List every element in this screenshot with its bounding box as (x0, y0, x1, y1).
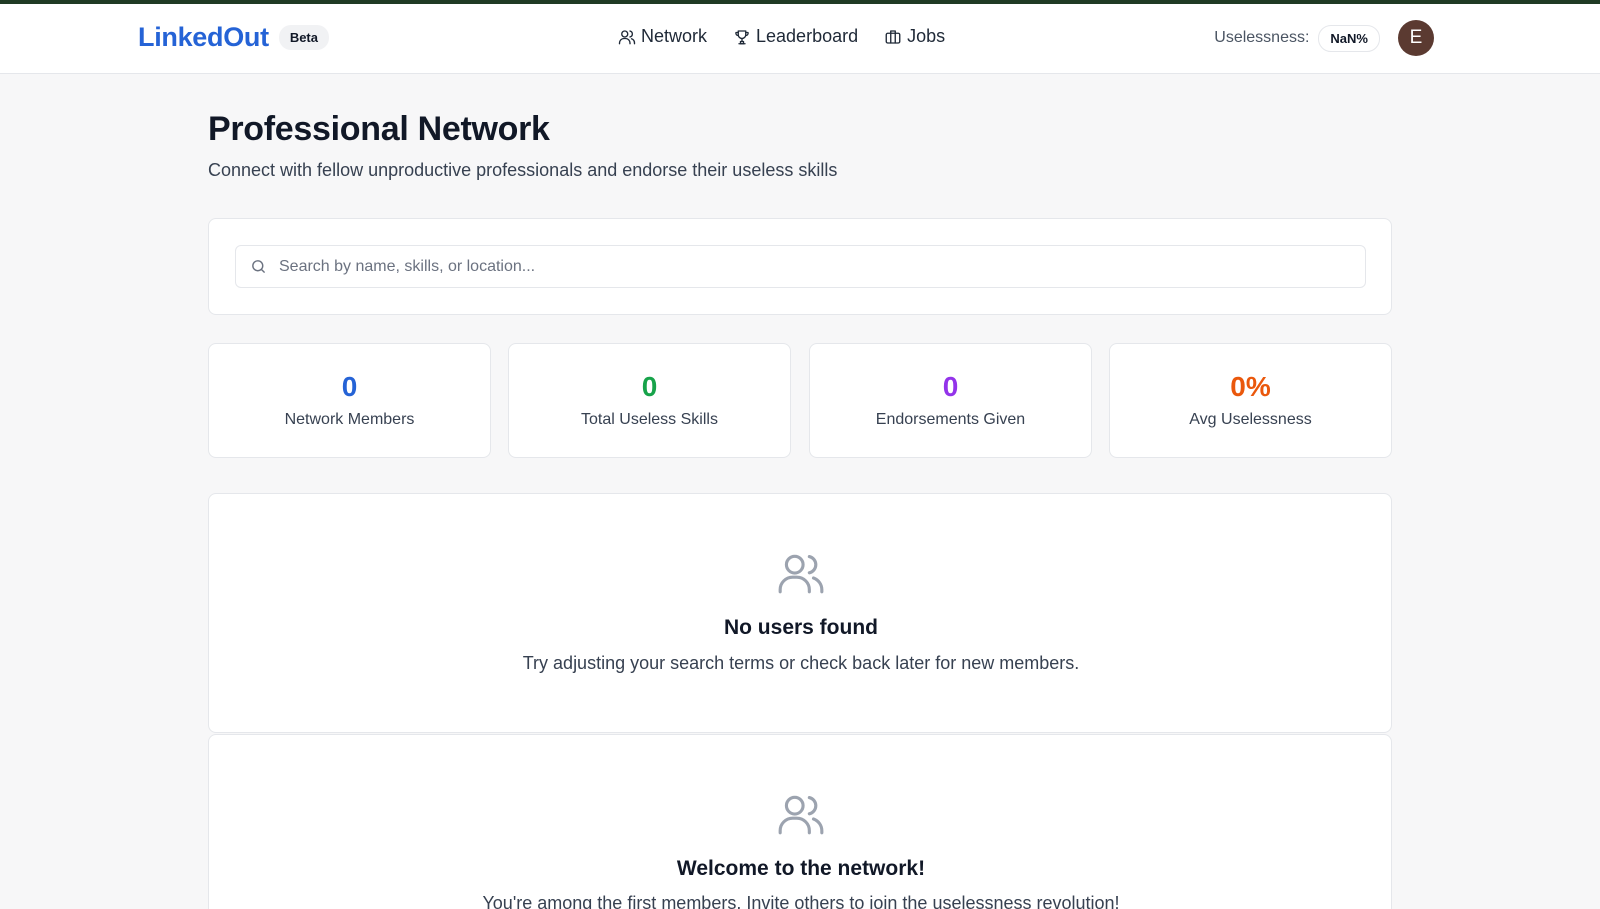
stat-value: 0% (1230, 371, 1271, 402)
brand: LinkedOut Beta (138, 22, 329, 53)
search-icon (252, 260, 265, 273)
stat-card-avg-uselessness: 0% Avg Uselessness (1109, 343, 1392, 458)
search-box[interactable] (235, 245, 1366, 288)
stats-row: 0 Network Members 0 Total Useless Skills… (208, 343, 1392, 458)
stat-label: Total Useless Skills (581, 411, 718, 428)
stat-value: 0 (341, 371, 358, 402)
uselessness-label: Uselessness: (1214, 29, 1310, 46)
empty-state-text: Try adjusting your search terms or check… (522, 653, 1080, 673)
page-subtitle: Connect with fellow unproductive profess… (208, 160, 838, 180)
header-right: Uselessness: NaN% E (1214, 20, 1434, 56)
nav-jobs-label: Jobs (907, 26, 946, 46)
empty-icon-wrap (776, 548, 826, 603)
nav-jobs[interactable]: Jobs (884, 26, 945, 47)
nav-network[interactable]: Network (618, 26, 707, 47)
briefcase-icon (885, 29, 901, 44)
stat-label: Endorsements Given (875, 411, 1026, 428)
stat-value: 0 (942, 371, 959, 402)
users-icon (778, 554, 824, 594)
user-avatar[interactable]: E (1398, 20, 1434, 56)
nav-leaderboard-label: Leaderboard (756, 26, 859, 46)
welcome-text: You're among the first members. Invite o… (482, 893, 1120, 909)
brand-logo[interactable]: LinkedOut (138, 22, 269, 53)
nav-leaderboard[interactable]: Leaderboard (733, 26, 858, 47)
welcome-title: Welcome to the network! (676, 857, 926, 880)
empty-state-card: No users found Try adjusting your search… (208, 493, 1392, 733)
stat-value: 0 (641, 371, 658, 402)
stat-card-network-members: 0 Network Members (208, 343, 491, 458)
stat-label: Avg Uselessness (1189, 411, 1312, 428)
welcome-icon-wrap (776, 789, 826, 844)
users-icon (618, 29, 636, 44)
trophy-icon (735, 29, 749, 44)
main-nav: Network Leaderboard Jobs (618, 26, 945, 47)
top-navbar: LinkedOut Beta Network Leaderboard Jobs … (0, 4, 1600, 74)
search-input[interactable] (279, 257, 1339, 276)
stat-label: Network Members (284, 411, 415, 428)
stat-card-useless-skills: 0 Total Useless Skills (508, 343, 791, 458)
empty-state-title: No users found (723, 616, 878, 639)
nav-network-label: Network (641, 26, 708, 46)
uselessness-badge: NaN% (1318, 24, 1380, 52)
users-icon (778, 795, 824, 835)
search-card (208, 218, 1392, 315)
welcome-card: Welcome to the network! You're among the… (208, 734, 1392, 909)
beta-badge: Beta (278, 25, 329, 50)
stat-card-endorsements: 0 Endorsements Given (809, 343, 1092, 458)
page-title: Professional Network (208, 110, 550, 148)
